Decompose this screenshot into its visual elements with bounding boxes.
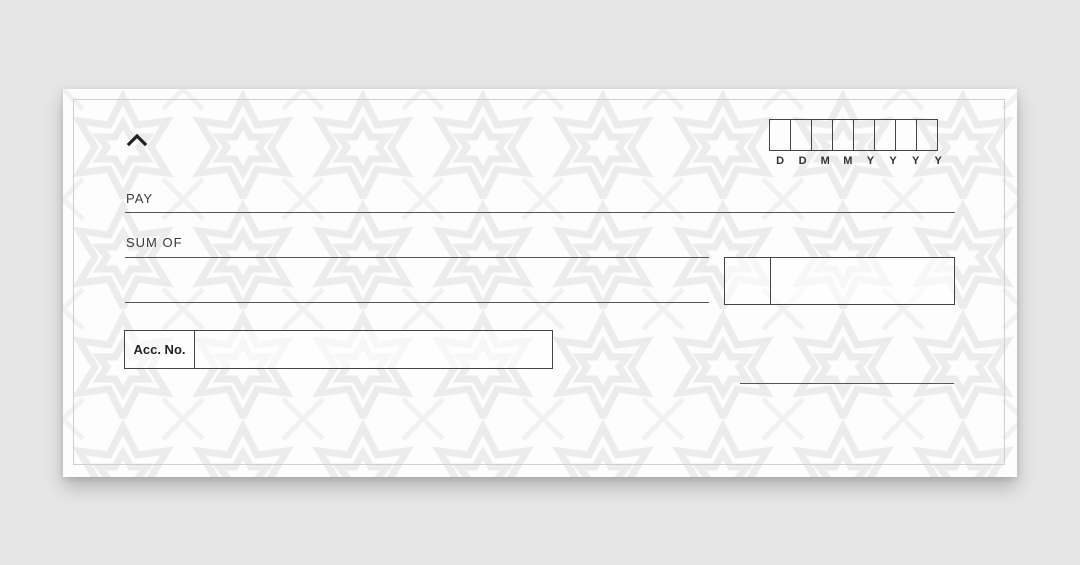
date-cell[interactable]: [853, 119, 875, 151]
date-label-year: Y: [889, 155, 898, 167]
amount-box[interactable]: [724, 257, 955, 305]
date-label-month: M: [820, 155, 831, 167]
date-boxes[interactable]: [769, 119, 938, 151]
date-cell[interactable]: [790, 119, 812, 151]
date-format-labels: D D M M Y Y Y Y: [769, 155, 950, 167]
date-label-month: M: [843, 155, 853, 167]
date-label-year: Y: [866, 155, 875, 167]
amount-box-divider: [770, 258, 771, 304]
sum-of-line-1[interactable]: [125, 257, 709, 258]
account-number-field[interactable]: Acc. No.: [124, 330, 553, 369]
date-label-year: Y: [911, 155, 920, 167]
date-cell[interactable]: [832, 119, 854, 151]
chevron-up-icon: [126, 133, 148, 147]
date-label-year: Y: [934, 155, 943, 167]
signature-line[interactable]: [740, 383, 954, 384]
date-cell[interactable]: [895, 119, 917, 151]
date-cell[interactable]: [769, 119, 791, 151]
cheque: D D M M Y Y Y Y PAY SUM OF Acc. No.: [63, 89, 1017, 477]
date-label-day: D: [798, 155, 808, 167]
date-label-day: D: [776, 155, 785, 167]
sum-of-label: SUM OF: [126, 235, 183, 250]
date-cell[interactable]: [874, 119, 896, 151]
account-number-label: Acc. No.: [125, 331, 195, 368]
sum-of-line-2[interactable]: [125, 302, 709, 303]
date-cell[interactable]: [811, 119, 833, 151]
pay-label: PAY: [126, 191, 154, 206]
date-cell[interactable]: [916, 119, 938, 151]
pay-line[interactable]: [125, 212, 955, 213]
